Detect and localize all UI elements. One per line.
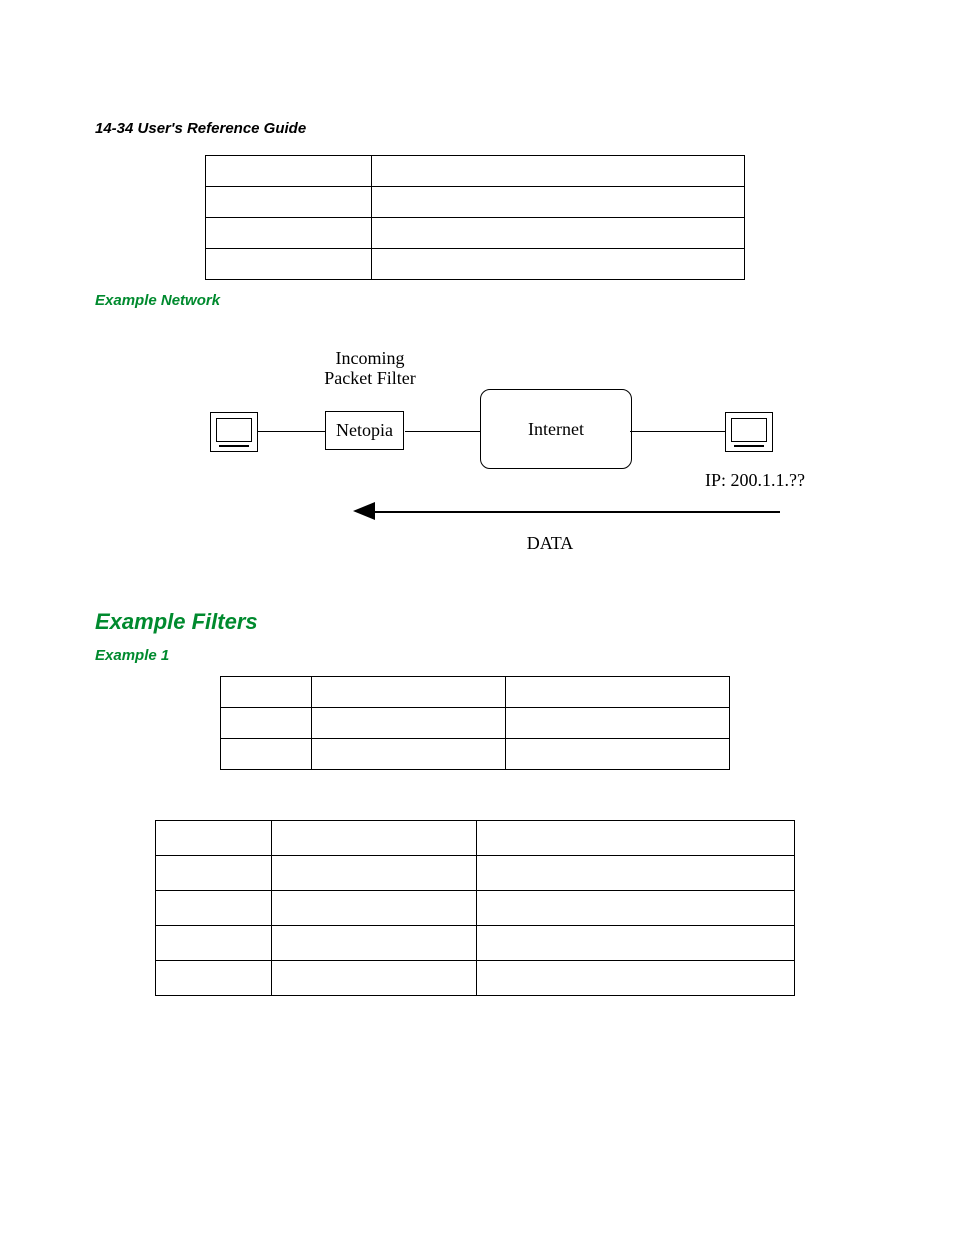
arrow-data-flow	[375, 511, 780, 513]
computer-left-icon	[210, 412, 258, 452]
arrow-head-icon	[353, 502, 375, 520]
label-data: DATA	[500, 534, 600, 554]
table-network-params	[205, 155, 745, 280]
page-header: 14-34 User's Reference Guide	[95, 120, 859, 137]
network-diagram: Incoming Packet Filter Netopia Internet …	[95, 349, 859, 579]
label-ip: IP: 200.1.1.??	[685, 471, 825, 491]
label-internet: Internet	[528, 419, 584, 440]
table-example1-params	[220, 676, 730, 770]
box-internet: Internet	[480, 389, 632, 469]
diagram-connector	[630, 431, 725, 432]
diagram-connector	[405, 431, 480, 432]
box-netopia: Netopia	[325, 411, 404, 450]
diagram-connector	[258, 431, 325, 432]
heading-example-filters: Example Filters	[95, 609, 859, 635]
heading-example-1: Example 1	[95, 647, 859, 664]
heading-example-network: Example Network	[95, 292, 859, 309]
computer-right-icon	[725, 412, 773, 452]
table-example1-results	[155, 820, 795, 996]
label-incoming-filter: Incoming Packet Filter	[305, 349, 435, 389]
